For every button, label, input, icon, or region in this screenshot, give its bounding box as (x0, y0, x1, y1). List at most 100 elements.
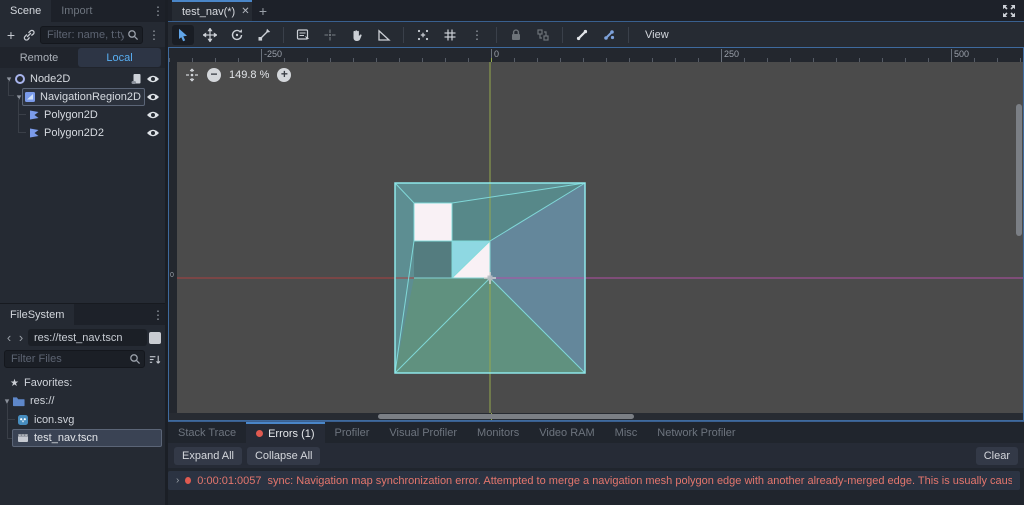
tree-row-polygon2d[interactable]: Polygon2D (0, 106, 165, 124)
current-path[interactable]: res://test_nav.tscn (28, 329, 147, 346)
node2d-icon (15, 74, 25, 84)
zoom-in-button[interactable]: + (277, 68, 292, 82)
close-icon[interactable]: ✕ (241, 6, 249, 17)
tab-misc[interactable]: Misc (605, 422, 648, 443)
ruler-label: 0 (491, 49, 499, 62)
tab-video-ram[interactable]: Video RAM (529, 422, 604, 443)
eye-icon[interactable] (146, 110, 160, 120)
select-arrow-icon (179, 28, 187, 42)
expand-icon (1003, 4, 1015, 17)
clear-button[interactable]: Clear (975, 446, 1018, 465)
tab-label: Stack Trace (178, 426, 237, 439)
grid-snap-button[interactable] (439, 25, 461, 45)
group-icon (537, 29, 549, 41)
debugger-tabbar: Stack Trace Errors (1) Profiler Visual P… (168, 422, 1024, 443)
tab-import[interactable]: Import (51, 0, 102, 22)
tree-row-polygon2d2[interactable]: Polygon2D2 (0, 124, 165, 142)
expand-all-button[interactable]: Expand All (174, 446, 242, 465)
snap-options-menu[interactable]: ⋮ (466, 25, 488, 45)
filesystem-menu-icon[interactable]: ⋮ (151, 308, 165, 322)
vertical-ruler: 0 (169, 62, 177, 413)
fs-row-icon-svg[interactable]: icon.svg (0, 411, 165, 429)
fs-row-root[interactable]: ▾ res:// (0, 392, 165, 410)
ruler-icon (378, 29, 391, 41)
tab-network-profiler[interactable]: Network Profiler (647, 422, 745, 443)
link-icon (23, 29, 35, 41)
scene-filter-menu-icon[interactable]: ⋮ (147, 28, 161, 42)
tab-filesystem[interactable]: FileSystem (0, 304, 75, 325)
vertical-scrollbar-thumb[interactable] (1016, 104, 1022, 236)
tab-label: Network Profiler (657, 426, 736, 439)
tab-stack-trace[interactable]: Stack Trace (168, 422, 246, 443)
scene-tab-test-nav[interactable]: test_nav(*) ✕ (172, 0, 252, 21)
rotate-tool-button[interactable] (226, 25, 248, 45)
add-node-button[interactable]: + (4, 27, 18, 43)
toolbar-separator (283, 27, 284, 43)
tab-label: Video RAM (539, 426, 595, 439)
error-dot-icon (256, 430, 264, 437)
ruler-label: 250 (721, 49, 739, 62)
file-label: test_nav.tscn (34, 432, 98, 444)
select-tool-button[interactable] (172, 25, 194, 45)
tab-scene[interactable]: Scene (0, 0, 52, 22)
horizontal-scrollbar[interactable] (169, 413, 1023, 420)
tree-label: Polygon2D (44, 109, 98, 121)
tab-monitors[interactable]: Monitors (467, 422, 529, 443)
skeleton-bone-button[interactable] (571, 25, 593, 45)
instance-scene-button[interactable] (22, 28, 36, 42)
filesystem-nav: ‹ › res://test_nav.tscn (0, 327, 165, 348)
eye-icon[interactable] (146, 128, 160, 138)
ruler-tool-button[interactable] (373, 25, 395, 45)
zoom-out-button[interactable]: − (207, 68, 221, 82)
grid-snap-icon (444, 29, 456, 41)
back-icon[interactable]: ‹ (4, 330, 14, 345)
scale-tool-button[interactable] (253, 25, 275, 45)
sort-icon[interactable] (148, 353, 161, 366)
scene-toolbar: + ⋮ (0, 22, 165, 47)
scene-dock-menu-icon[interactable]: ⋮ (151, 4, 165, 18)
ruler-label: -250 (261, 49, 282, 62)
search-icon (127, 29, 139, 41)
godot-svg-file-icon (18, 415, 28, 425)
canvas-2d[interactable]: − 149.8 % + (177, 62, 1023, 413)
tab-label: Visual Profiler (389, 426, 458, 439)
error-log-row[interactable]: › 0:00:01:0057 sync: Navigation map sync… (168, 471, 1020, 490)
distraction-free-button[interactable] (1002, 4, 1016, 18)
toggle-split-mode-button[interactable] (149, 331, 161, 344)
tree-label: NavigationRegion2D (40, 91, 141, 103)
bone-icon (576, 29, 588, 41)
list-select-tool-button[interactable] (292, 25, 314, 45)
pivot-tool-button[interactable] (319, 25, 341, 45)
error-message: sync: Navigation map synchronization err… (267, 474, 1012, 487)
favorites-header[interactable]: ★ Favorites: (0, 374, 165, 392)
group-object-button[interactable] (532, 25, 554, 45)
fs-root-label: res:// (30, 395, 55, 407)
tab-errors[interactable]: Errors (1) (246, 422, 325, 443)
tab-profiler[interactable]: Profiler (325, 422, 380, 443)
filesystem-filter (0, 349, 165, 369)
local-button[interactable]: Local (78, 48, 161, 67)
horizontal-scrollbar-thumb[interactable] (378, 414, 634, 419)
local-label: Local (106, 51, 133, 64)
tab-visual-profiler[interactable]: Visual Profiler (379, 422, 467, 443)
collapse-all-button[interactable]: Collapse All (246, 446, 321, 465)
eye-icon[interactable] (146, 74, 160, 84)
move-tool-button[interactable] (199, 25, 221, 45)
forward-icon[interactable]: › (16, 330, 26, 345)
eye-icon[interactable] (146, 92, 160, 102)
pan-tool-button[interactable] (346, 25, 368, 45)
filter-files-input[interactable] (4, 350, 145, 368)
fs-row-test-nav-tscn[interactable]: test_nav.tscn (0, 429, 165, 447)
center-view-icon[interactable] (185, 68, 199, 82)
skeleton-options-button[interactable] (598, 25, 620, 45)
smart-snap-button[interactable] (412, 25, 434, 45)
lock-object-button[interactable] (505, 25, 527, 45)
tab-filesystem-label: FileSystem (10, 308, 65, 321)
new-scene-tab-button[interactable]: + (252, 0, 274, 21)
view-menu-button[interactable]: View (637, 29, 677, 41)
script-icon[interactable] (130, 73, 142, 85)
tree-row-node2d[interactable]: ▾ Node2D (0, 70, 165, 88)
expander-icon[interactable]: › (176, 475, 179, 486)
zoom-percent[interactable]: 149.8 % (229, 69, 269, 81)
remote-button[interactable]: Remote (0, 52, 78, 64)
